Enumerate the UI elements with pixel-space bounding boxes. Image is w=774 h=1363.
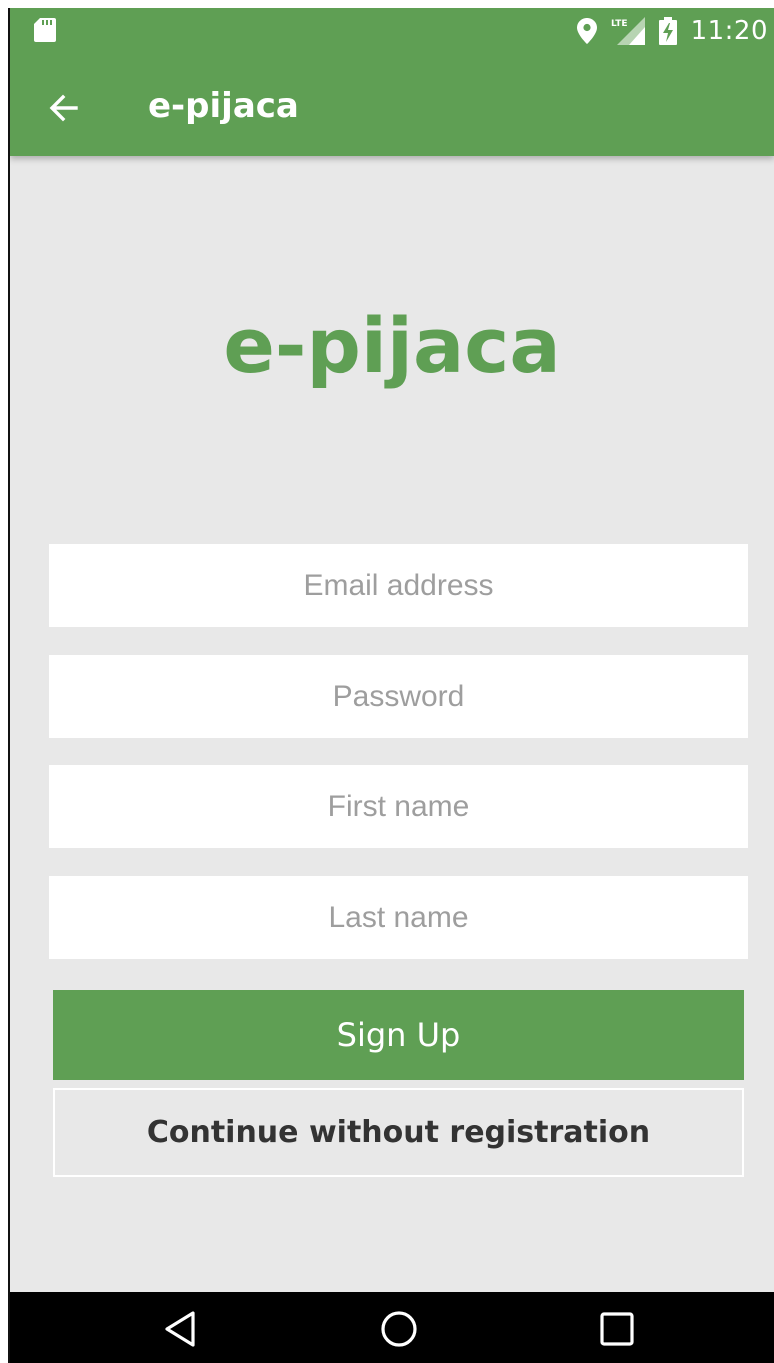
status-icons: LTE 11:20 xyxy=(576,14,768,48)
logo-text: e-pijaca xyxy=(223,301,561,390)
app-title: e-pijaca xyxy=(148,86,299,126)
email-field[interactable] xyxy=(49,544,748,627)
last-name-field[interactable] xyxy=(49,876,748,959)
password-field[interactable] xyxy=(49,655,748,738)
navigation-bar xyxy=(10,1292,774,1363)
header: LTE 11:20 e-pijaca xyxy=(10,8,774,156)
recents-square-icon[interactable] xyxy=(592,1304,642,1354)
battery-charging-icon xyxy=(658,17,677,45)
svg-text:LTE: LTE xyxy=(611,19,628,29)
lte-signal-icon: LTE xyxy=(611,17,645,45)
sd-card-icon xyxy=(34,18,56,42)
location-icon xyxy=(576,18,597,44)
back-triangle-icon[interactable] xyxy=(156,1304,206,1354)
status-time: 11:20 xyxy=(690,16,768,46)
status-bar: LTE 11:20 xyxy=(10,8,774,54)
first-name-field[interactable] xyxy=(49,765,748,848)
app-screen: LTE 11:20 e-pijaca e-pijaca Sign Up Cont… xyxy=(10,8,774,1363)
home-circle-icon[interactable] xyxy=(374,1304,424,1354)
sign-up-button[interactable]: Sign Up xyxy=(53,990,744,1080)
continue-without-registration-button[interactable]: Continue without registration xyxy=(53,1088,744,1177)
arrow-left-icon[interactable] xyxy=(46,90,82,126)
app-bar: e-pijaca xyxy=(10,64,774,148)
